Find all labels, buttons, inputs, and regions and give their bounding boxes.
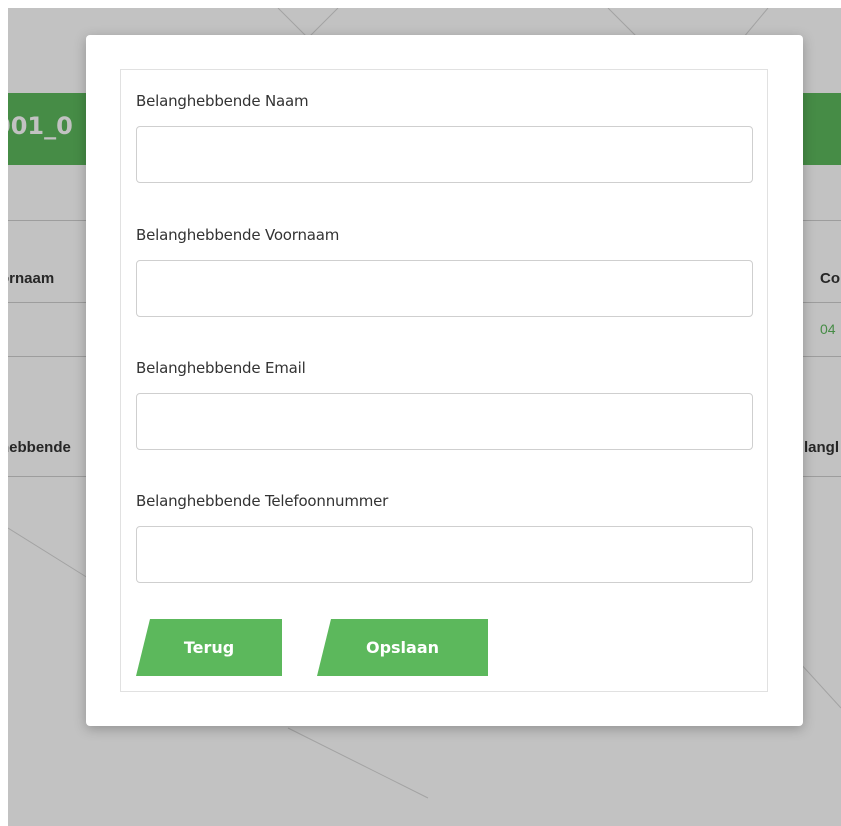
name-input[interactable] xyxy=(136,126,753,183)
phone-label: Belanghebbende Telefoonnummer xyxy=(136,492,389,510)
phone-input[interactable] xyxy=(136,526,753,583)
name-label: Belanghebbende Naam xyxy=(136,92,309,110)
email-input[interactable] xyxy=(136,393,753,450)
stakeholder-form: Belanghebbende Naam Belanghebbende Voorn… xyxy=(120,69,768,692)
edit-stakeholder-modal: Belanghebbende Naam Belanghebbende Voorn… xyxy=(86,35,803,726)
email-label: Belanghebbende Email xyxy=(136,359,306,377)
back-button[interactable]: Terug xyxy=(136,619,282,676)
save-button[interactable]: Opslaan xyxy=(317,619,488,676)
first-name-label: Belanghebbende Voornaam xyxy=(136,226,340,244)
first-name-input[interactable] xyxy=(136,260,753,317)
